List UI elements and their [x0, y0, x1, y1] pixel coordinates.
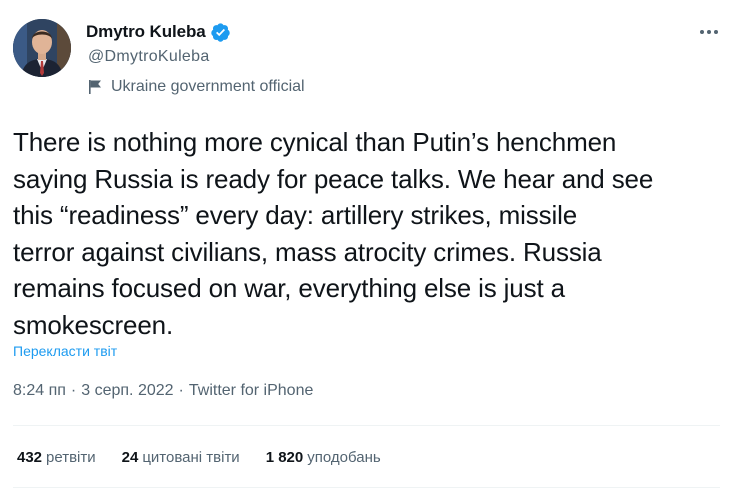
quote-tweets-count: 24 — [121, 449, 139, 466]
flag-icon — [88, 79, 103, 95]
author-display-name[interactable]: Dmytro Kuleba — [86, 22, 206, 42]
author-name-row[interactable]: Dmytro Kuleba — [86, 22, 231, 42]
verified-badge-icon — [210, 22, 231, 43]
quote-tweets-label: цитовані твіти — [142, 449, 240, 466]
translate-tweet-link[interactable]: Перекласти твіт — [13, 343, 117, 359]
meta-separator: · — [70, 382, 77, 399]
divider — [13, 425, 720, 426]
avatar[interactable] — [13, 19, 71, 77]
affiliation-text: Ukraine government official — [111, 78, 305, 95]
engagement-stats: 432 ретвіти 24 цитовані твіти 1 820 упод… — [17, 449, 381, 466]
retweets-label: ретвіти — [46, 449, 96, 466]
author-handle[interactable]: @DmytroKuleba — [88, 48, 210, 66]
likes-count: 1 820 — [265, 449, 304, 466]
affiliation-label-row: Ukraine government official — [88, 78, 305, 96]
likes-label: уподобань — [307, 449, 381, 466]
likes-stat[interactable]: 1 820 уподобань — [266, 449, 381, 466]
avatar-image — [13, 19, 71, 77]
meta-separator: · — [178, 382, 184, 399]
retweets-count: 432 — [17, 449, 43, 466]
tweet-date[interactable]: 3 серп. 2022 — [81, 382, 173, 400]
more-options-button[interactable] — [697, 20, 721, 44]
tweet-metadata: 8:24 пп · 3 серп. 2022 · Twitter for iPh… — [13, 382, 313, 400]
tweet-time[interactable]: 8:24 пп — [13, 382, 66, 400]
quote-tweets-stat[interactable]: 24 цитовані твіти — [122, 449, 240, 466]
retweets-stat[interactable]: 432 ретвіти — [17, 449, 96, 466]
tweet-text: There is nothing more cynical than Putin… — [13, 127, 654, 340]
tweet-source[interactable]: Twitter for iPhone — [189, 382, 314, 400]
more-horizontal-icon — [700, 30, 718, 34]
